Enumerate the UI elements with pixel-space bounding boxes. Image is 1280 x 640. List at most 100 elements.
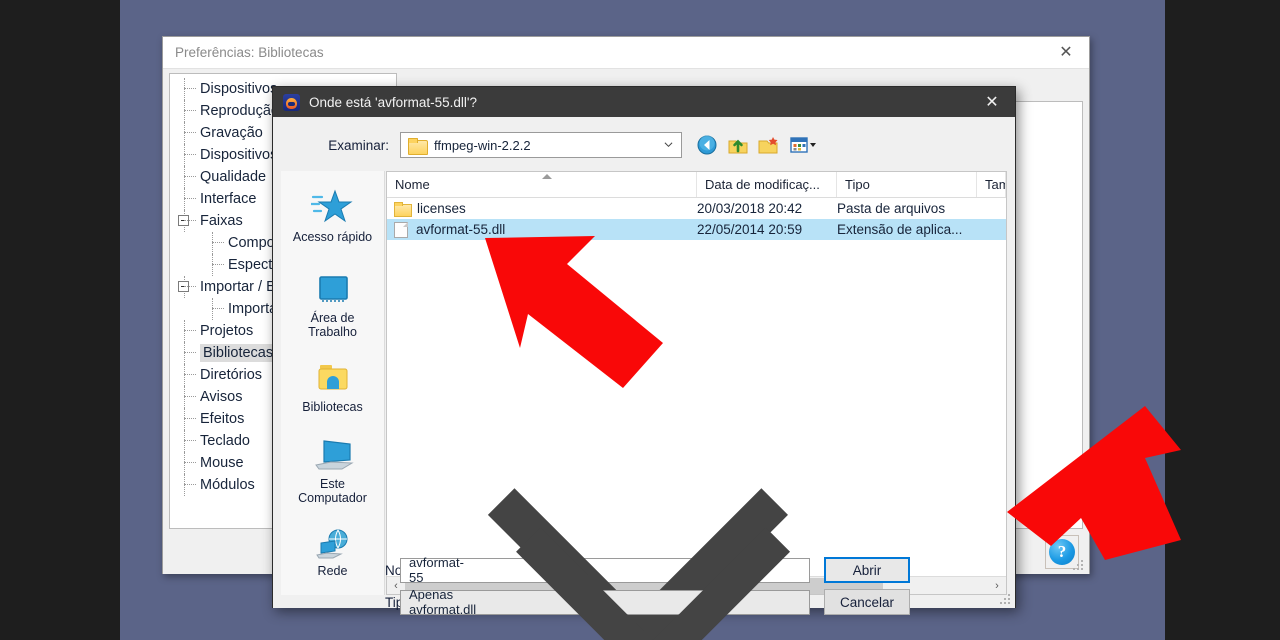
close-icon[interactable]: ✕ (969, 87, 1015, 117)
tree-guide-dash (184, 88, 196, 89)
audacity-app-icon (283, 93, 300, 111)
file-list-rows: licenses 20/03/2018 20:42 Pasta de arqui… (387, 198, 1006, 240)
tree-guide-line (184, 430, 185, 452)
dialog-resize-grip[interactable] (999, 593, 1010, 604)
file-row-licenses[interactable]: licenses 20/03/2018 20:42 Pasta de arqui… (387, 198, 1006, 219)
new-folder-icon[interactable] (758, 134, 780, 156)
up-folder-icon[interactable] (727, 134, 749, 156)
sort-ascending-icon (542, 174, 552, 179)
open-button[interactable]: Abrir (824, 557, 910, 583)
tree-item-label: Módulos (200, 477, 255, 493)
cancel-button[interactable]: Cancelar (824, 589, 910, 615)
column-header-tipo[interactable]: Tipo (837, 172, 977, 197)
tree-guide-line (184, 342, 185, 364)
open-file-dialog: Onde está 'avformat-55.dll'? ✕ Examinar:… (272, 86, 1016, 640)
file-name-cell: licenses (387, 201, 697, 217)
tree-item-label: Bibliotecas (200, 344, 277, 362)
tree-guide-line (184, 364, 185, 386)
column-header-tamanho[interactable]: Tam (977, 172, 1006, 197)
file-date-cell: 22/05/2014 20:59 (697, 222, 803, 237)
tree-item-label: Interface (200, 191, 257, 207)
file-type-select[interactable]: Apenas avformat.dll (400, 527, 810, 640)
tree-guide-dash (184, 198, 196, 199)
column-header-data-modificacao[interactable]: Data de modificaç... (697, 172, 837, 197)
tree-guide-line (184, 78, 185, 100)
look-in-row: Examinar: ffmpeg-win-2.2.2 (273, 131, 1015, 159)
file-type-row: Tipo: Apenas avformat.dll Cancelar (273, 527, 1015, 640)
tree-guide-dash (184, 176, 196, 177)
file-type-cell: Extensão de aplica... (837, 222, 963, 237)
file-row-avformat-55-dll[interactable]: avformat-55.dll 22/05/2014 20:59 Extensã… (387, 219, 1006, 240)
file-name-value: avformat-55 (409, 555, 464, 585)
file-type-cell: Pasta de arquivos (837, 201, 946, 216)
tree-guide-line (184, 100, 185, 122)
tree-guide-line (184, 386, 185, 408)
tree-guide-dash (212, 264, 224, 265)
chevron-down-icon[interactable] (497, 446, 809, 640)
tree-item-label: Diretórios (200, 367, 263, 383)
look-in-value: ffmpeg-win-2.2.2 (434, 137, 531, 153)
place-label-line2: Trabalho (308, 325, 357, 339)
tree-item-label: Efeitos (200, 411, 245, 427)
file-type-label: Tipo: (273, 595, 415, 610)
file-type-value: Apenas avformat.dll (409, 587, 477, 617)
folder-icon (408, 137, 428, 155)
place-area-de-trabalho[interactable]: Área de Trabalho (281, 266, 384, 339)
screen-root: Preferências: Bibliotecas ✕ Dispositivos… (0, 0, 1280, 640)
preferences-window-title: Preferências: Bibliotecas (175, 45, 324, 60)
file-name-text: avformat-55.dll (416, 222, 506, 237)
tree-item-label: Qualidade (200, 169, 267, 185)
dll-file-icon (394, 221, 408, 238)
tree-guide-dash (184, 352, 196, 353)
look-in-combobox[interactable]: ffmpeg-win-2.2.2 (400, 132, 682, 158)
tree-guide-dash (184, 418, 196, 419)
tree-guide-line (184, 474, 185, 496)
tree-item-label: Projetos (200, 323, 254, 339)
resize-grip[interactable] (1071, 558, 1083, 570)
tree-guide-dash (184, 220, 196, 221)
tree-guide-dash (184, 484, 196, 485)
tree-item-label: Mouse (200, 455, 244, 471)
tree-guide-line (184, 122, 185, 144)
file-name-cell: avformat-55.dll (387, 221, 697, 238)
place-label-line1: Este (319, 477, 345, 491)
look-in-label: Examinar: (328, 137, 389, 153)
chevron-down-icon (664, 142, 673, 148)
tree-guide-dash (212, 242, 224, 243)
tree-guide-line (184, 144, 185, 166)
tree-item-label: Dispositivos (200, 81, 278, 97)
tree-guide-dash (184, 374, 196, 375)
tree-guide-line (212, 254, 213, 276)
tree-guide-line (212, 298, 213, 320)
file-name-label: Nome: (273, 563, 425, 578)
preferences-title-bar: Preferências: Bibliotecas ✕ (163, 37, 1089, 69)
place-label: Acesso rápido (292, 230, 373, 244)
dialog-toolbar (696, 134, 819, 156)
tree-guide-line (184, 408, 185, 430)
tree-guide-line (184, 188, 185, 210)
dialog-title-bar: Onde está 'avformat-55.dll'? ✕ (273, 87, 1015, 117)
network-globe-icon (281, 519, 384, 561)
place-bibliotecas[interactable]: Bibliotecas (281, 355, 384, 414)
tree-guide-dash (212, 308, 224, 309)
tree-guide-line (184, 320, 185, 342)
place-label-line2: Computador (298, 491, 367, 505)
view-options-icon[interactable] (789, 134, 819, 156)
file-name-text: licenses (417, 201, 466, 216)
libraries-folder-icon (281, 355, 384, 397)
close-icon[interactable]: ✕ (1043, 37, 1089, 68)
place-acesso-rapido[interactable]: Acesso rápido (281, 185, 384, 244)
folder-icon (394, 202, 412, 217)
file-date-cell: 20/03/2018 20:42 (697, 201, 803, 216)
tree-guide-dash (184, 154, 196, 155)
tree-guide-dash (184, 110, 196, 111)
tree-item-label: Teclado (200, 433, 250, 449)
place-este-computador[interactable]: Este Computador (281, 432, 384, 505)
tree-guide-dash (184, 330, 196, 331)
tree-guide-dash (184, 396, 196, 397)
back-icon[interactable] (696, 134, 718, 156)
this-pc-icon (281, 432, 384, 474)
tree-guide-line (184, 452, 185, 474)
dialog-title-text: Onde está 'avformat-55.dll'? (309, 94, 477, 110)
tree-guide-dash (184, 462, 196, 463)
